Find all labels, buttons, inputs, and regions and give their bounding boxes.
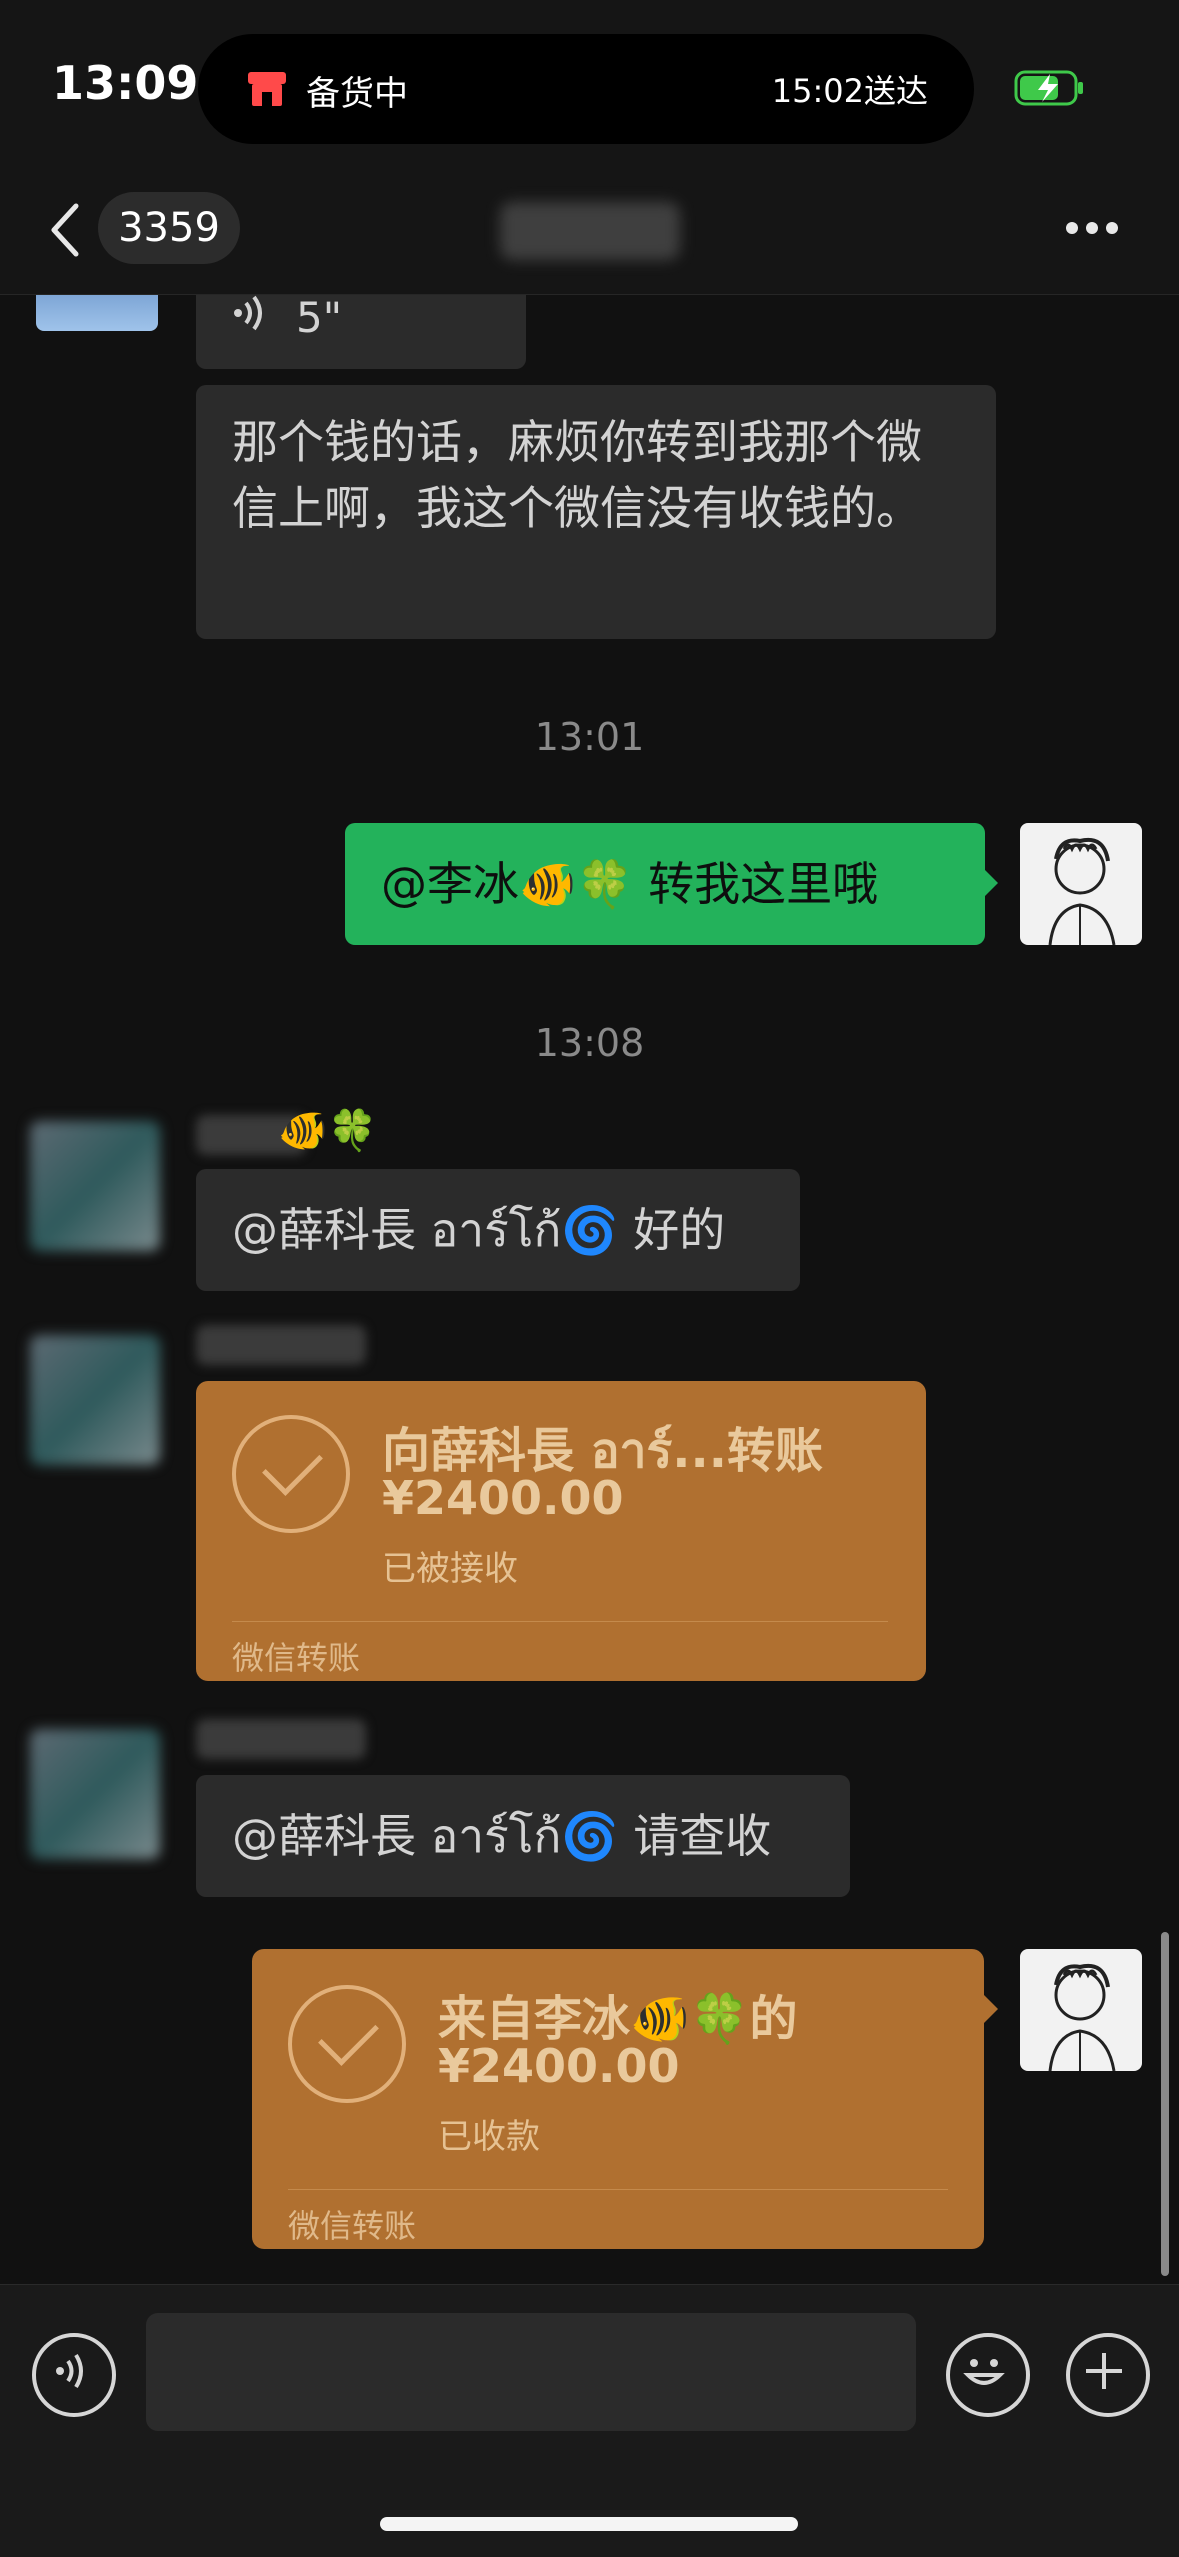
- transfer-footer: 微信转账: [288, 2207, 417, 2245]
- transfer-status: 已收款: [438, 2117, 540, 2157]
- plus-icon[interactable]: [1066, 2333, 1150, 2417]
- scrollbar[interactable]: [1161, 1932, 1169, 2276]
- sender-name-emoji: 🐠🍀: [278, 1108, 378, 1154]
- emoji-icon[interactable]: [946, 2333, 1030, 2417]
- avatar[interactable]: [30, 1121, 160, 1251]
- sender-name-redacted: [196, 1719, 366, 1759]
- status-bar: 13:09 备货中 15:02送达: [0, 0, 1179, 170]
- transfer-card-received[interactable]: 来自李冰🐠🍀的 ¥2400.00 已收款 微信转账: [252, 1949, 984, 2249]
- chat-area: 5" 那个钱的话，麻烦你转到我那个微信上啊，我这个微信没有收钱的。 13:01 …: [0, 295, 1179, 2283]
- divider: [232, 1621, 888, 1622]
- voice-icon[interactable]: [32, 2333, 116, 2417]
- activity-eta: 15:02送达: [771, 72, 928, 110]
- message-text: @薛科長 อาร์โก้🌀 请查收: [232, 1809, 772, 1863]
- home-indicator[interactable]: [380, 2517, 798, 2531]
- avatar[interactable]: [1020, 1949, 1142, 2071]
- voice-duration: 5": [296, 295, 343, 342]
- check-circle-icon: [288, 1985, 406, 2103]
- dynamic-island-activity[interactable]: 备货中 15:02送达: [198, 34, 974, 144]
- transfer-card-sent[interactable]: 向薛科長 อาร์...转账 ¥2400.00 已被接收 微信转账: [196, 1381, 926, 1681]
- battery-charging-icon: [1014, 70, 1083, 106]
- timestamp: 13:01: [534, 715, 645, 759]
- bubble-tail: [984, 1995, 998, 2023]
- transfer-amount: ¥2400.00: [382, 1471, 624, 1525]
- message-input[interactable]: [146, 2313, 916, 2431]
- message-bubble[interactable]: @薛科長 อาร์โก้🌀 请查收: [196, 1775, 850, 1897]
- sketch-portrait-icon: [1048, 1964, 1116, 2071]
- voice-message-bubble[interactable]: 5": [196, 295, 526, 369]
- chat-header: 3359: [0, 170, 1179, 295]
- message-bubble[interactable]: 那个钱的话，麻烦你转到我那个微信上啊，我这个微信没有收钱的。: [196, 385, 996, 639]
- status-time: 13:09: [52, 56, 199, 110]
- unread-count-badge[interactable]: 3359: [98, 192, 240, 264]
- avatar[interactable]: [1020, 823, 1142, 945]
- avatar[interactable]: [36, 295, 158, 331]
- input-bar: [0, 2284, 1179, 2557]
- sender-name-redacted: [196, 1325, 366, 1365]
- chat-title-redacted: [500, 202, 680, 260]
- avatar[interactable]: [30, 1335, 160, 1465]
- voice-wave-icon: [234, 295, 262, 331]
- divider: [288, 2189, 948, 2190]
- message-text: 那个钱的话，麻烦你转到我那个微信上啊，我这个微信没有收钱的。: [232, 415, 922, 535]
- message-bubble[interactable]: @薛科長 อาร์โก้🌀 好的: [196, 1169, 800, 1291]
- timestamp: 13:08: [534, 1021, 645, 1065]
- chevron-left-icon[interactable]: [50, 202, 80, 258]
- sketch-portrait-icon: [1048, 838, 1116, 945]
- my-message-bubble[interactable]: @李冰🐠🍀 转我这里哦: [345, 823, 985, 945]
- transfer-status: 已被接收: [382, 1549, 518, 1589]
- message-text: @李冰🐠🍀 转我这里哦: [381, 857, 879, 911]
- bubble-tail: [984, 869, 998, 897]
- check-circle-icon: [232, 1415, 350, 1533]
- message-text: @薛科長 อาร์โก้🌀 好的: [232, 1203, 726, 1257]
- transfer-amount: ¥2400.00: [438, 2039, 680, 2093]
- more-dots-icon[interactable]: [1064, 218, 1120, 238]
- activity-label: 备货中: [306, 74, 408, 114]
- transfer-footer: 微信转账: [232, 1639, 361, 1677]
- avatar[interactable]: [30, 1729, 160, 1859]
- store-icon: [248, 72, 286, 106]
